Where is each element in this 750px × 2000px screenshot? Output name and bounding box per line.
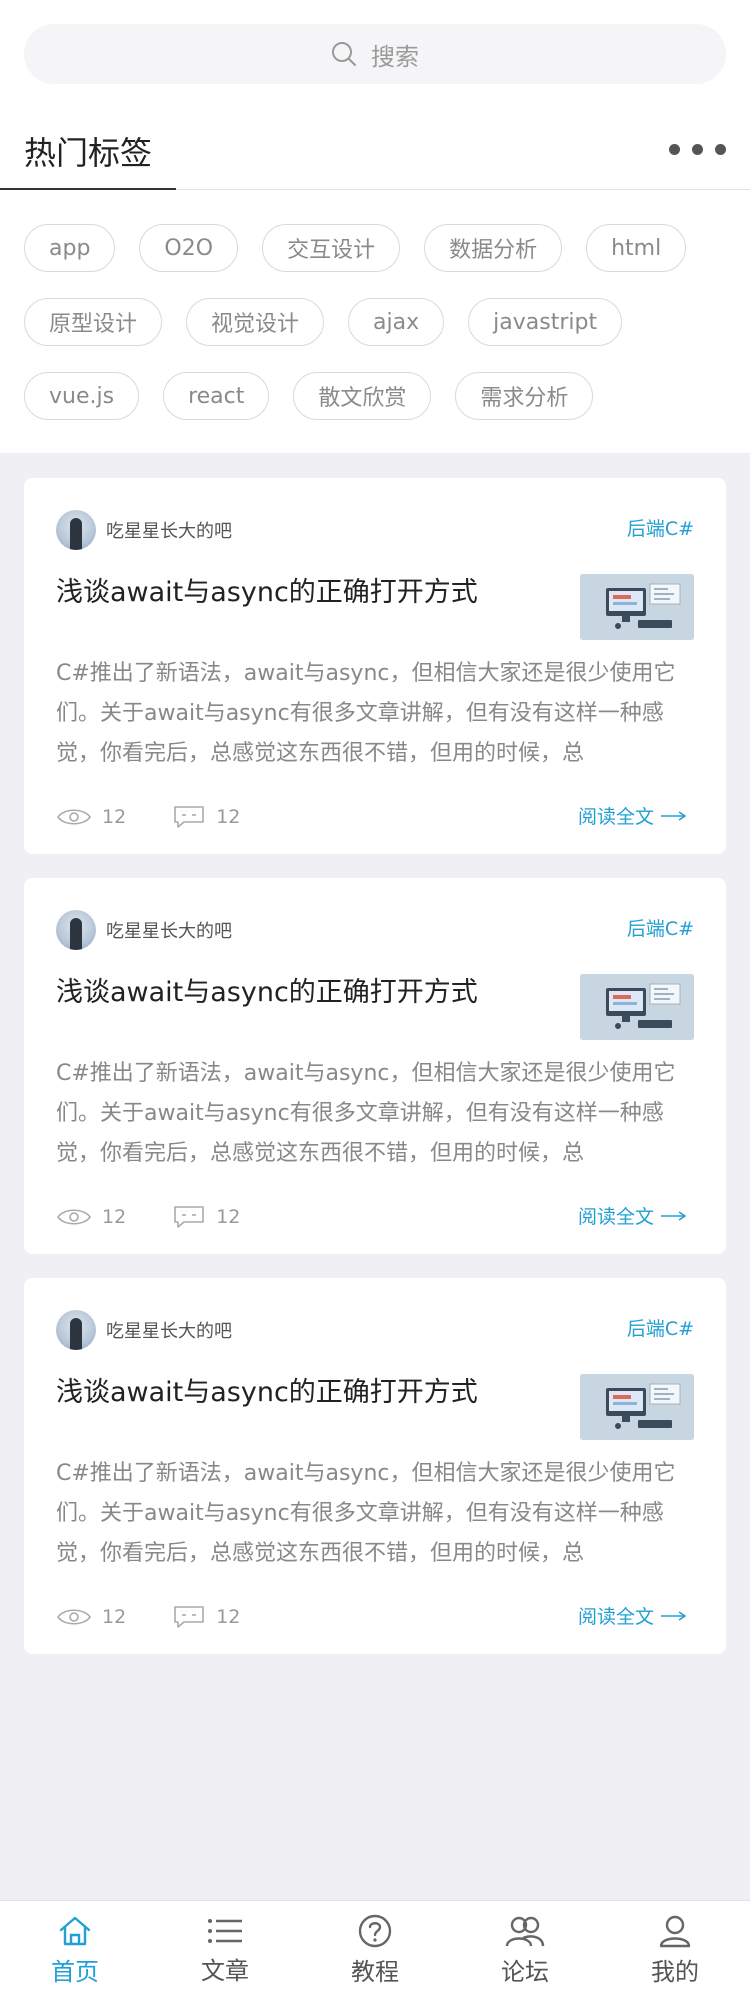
- article-title[interactable]: 浅谈await与async的正确打开方式: [56, 970, 478, 1009]
- tab-label: 首页: [51, 1958, 99, 1986]
- author: 吃星星长大的吧: [56, 1310, 232, 1350]
- article-thumbnail: [580, 974, 694, 1040]
- tag-list: app O2O 交互设计 数据分析 html 原型设计 视觉设计 ajax ja…: [24, 224, 734, 446]
- avatar: [56, 510, 96, 550]
- home-icon: [59, 1916, 91, 1946]
- arrow-right-icon: [661, 1610, 686, 1621]
- eye-icon: [57, 1209, 91, 1225]
- article-stats: 12 12: [56, 1604, 286, 1630]
- tag-row: vue.js react 散文欣赏 需求分析: [24, 372, 734, 420]
- article-excerpt: C#推出了新语法，await与async，但相信大家还是很少使用它们。关于awa…: [56, 661, 676, 766]
- tag-chip[interactable]: app: [24, 224, 116, 272]
- article-thumbnail: [580, 1374, 694, 1440]
- group-icon: [505, 1916, 545, 1947]
- author-name: 吃星星长大的吧: [106, 921, 232, 942]
- read-more-label: 阅读全文: [577, 1606, 654, 1628]
- avatar: [56, 910, 96, 950]
- hot-tags-title: 热门标签: [24, 134, 153, 172]
- comment-icon: [174, 1606, 204, 1628]
- comments-count: 12: [172, 804, 240, 830]
- more-icon[interactable]: [669, 144, 726, 155]
- comments-value: 12: [216, 1206, 241, 1228]
- comments-count: 12: [172, 1604, 240, 1630]
- tag-row: 原型设计 视觉设计 ajax javastript: [24, 298, 734, 346]
- eye-icon: [57, 1609, 91, 1625]
- read-more-label: 阅读全文: [577, 806, 654, 828]
- hot-tags-header: 热门标签: [0, 114, 750, 190]
- tag-chip[interactable]: 交互设计: [262, 224, 401, 272]
- comments-value: 12: [216, 806, 241, 828]
- list-icon: [208, 1919, 242, 1943]
- category-badge[interactable]: 后端C#: [627, 514, 694, 541]
- article-card[interactable]: 吃星星长大的吧 后端C# 浅谈await与async的正确打开方式 C#推出了新…: [24, 1278, 726, 1654]
- tag-chip[interactable]: O2O: [139, 224, 239, 272]
- tab-profile[interactable]: 我的: [600, 1901, 750, 2000]
- author: 吃星星长大的吧: [56, 910, 232, 950]
- article-excerpt: C#推出了新语法，await与async，但相信大家还是很少使用它们。关于awa…: [56, 1061, 676, 1166]
- article-stats: 12 12: [56, 804, 286, 830]
- views-count: 12: [56, 806, 126, 828]
- bottom-tab-bar: 首页 文章 教程 论坛 我的: [0, 1900, 750, 2000]
- comments-value: 12: [216, 1606, 241, 1628]
- views-value: 12: [102, 1206, 127, 1228]
- views-value: 12: [102, 806, 127, 828]
- article-thumbnail: [580, 574, 694, 640]
- question-icon: [358, 1914, 392, 1948]
- top-section: 搜索 热门标签 app O2O 交互设计 数据分析 html 原型设计 视觉设计…: [0, 0, 750, 453]
- tab-tutorials[interactable]: 教程: [300, 1901, 450, 2000]
- tag-chip[interactable]: react: [163, 372, 270, 420]
- read-more-link[interactable]: 阅读全文: [578, 802, 686, 829]
- views-count: 12: [56, 1606, 126, 1628]
- comment-icon: [174, 1206, 204, 1228]
- article-card[interactable]: 吃星星长大的吧 后端C# 浅谈await与async的正确打开方式 C#推出了新…: [24, 878, 726, 1254]
- read-more-label: 阅读全文: [577, 1206, 654, 1228]
- author: 吃星星长大的吧: [56, 510, 232, 550]
- avatar: [56, 1310, 96, 1350]
- article-stats: 12 12: [56, 1204, 286, 1230]
- tag-chip[interactable]: 数据分析: [424, 224, 563, 272]
- search-bar[interactable]: 搜索: [24, 24, 726, 84]
- tab-label: 教程: [351, 1958, 399, 1986]
- tag-chip[interactable]: ajax: [348, 298, 445, 346]
- comments-count: 12: [172, 1204, 240, 1230]
- search-icon: [332, 42, 356, 66]
- read-more-link[interactable]: 阅读全文: [578, 1602, 686, 1629]
- tab-label: 文章: [201, 1957, 249, 1985]
- tag-chip[interactable]: html: [586, 224, 687, 272]
- author-name: 吃星星长大的吧: [106, 521, 232, 542]
- tab-label: 我的: [651, 1958, 699, 1986]
- category-badge[interactable]: 后端C#: [627, 914, 694, 941]
- article-title[interactable]: 浅谈await与async的正确打开方式: [56, 570, 478, 609]
- search-placeholder: 搜索: [371, 42, 419, 71]
- tag-chip[interactable]: 原型设计: [24, 298, 163, 346]
- tab-underline: [0, 188, 176, 190]
- tag-chip[interactable]: 需求分析: [455, 372, 594, 420]
- arrow-right-icon: [661, 810, 686, 821]
- arrow-right-icon: [661, 1210, 686, 1221]
- article-card[interactable]: 吃星星长大的吧 后端C# 浅谈await与async的正确打开方式 C#推出了新…: [24, 478, 726, 854]
- tag-chip[interactable]: 视觉设计: [186, 298, 325, 346]
- tab-forum[interactable]: 论坛: [450, 1901, 600, 2000]
- author-name: 吃星星长大的吧: [106, 1321, 232, 1342]
- tag-row: app O2O 交互设计 数据分析 html: [24, 224, 734, 272]
- views-count: 12: [56, 1206, 126, 1228]
- article-title[interactable]: 浅谈await与async的正确打开方式: [56, 1370, 478, 1409]
- article-excerpt: C#推出了新语法，await与async，但相信大家还是很少使用它们。关于awa…: [56, 1461, 676, 1566]
- category-badge[interactable]: 后端C#: [627, 1314, 694, 1341]
- tag-chip[interactable]: vue.js: [24, 372, 140, 420]
- eye-icon: [57, 809, 91, 825]
- tab-home[interactable]: 首页: [0, 1901, 150, 2000]
- tab-label: 论坛: [501, 1958, 549, 1986]
- tab-articles[interactable]: 文章: [150, 1901, 300, 2000]
- views-value: 12: [102, 1606, 127, 1628]
- read-more-link[interactable]: 阅读全文: [578, 1202, 686, 1229]
- user-icon: [659, 1915, 691, 1948]
- comment-icon: [174, 806, 204, 828]
- tag-chip[interactable]: 散文欣赏: [293, 372, 432, 420]
- tag-chip[interactable]: javastript: [468, 298, 623, 346]
